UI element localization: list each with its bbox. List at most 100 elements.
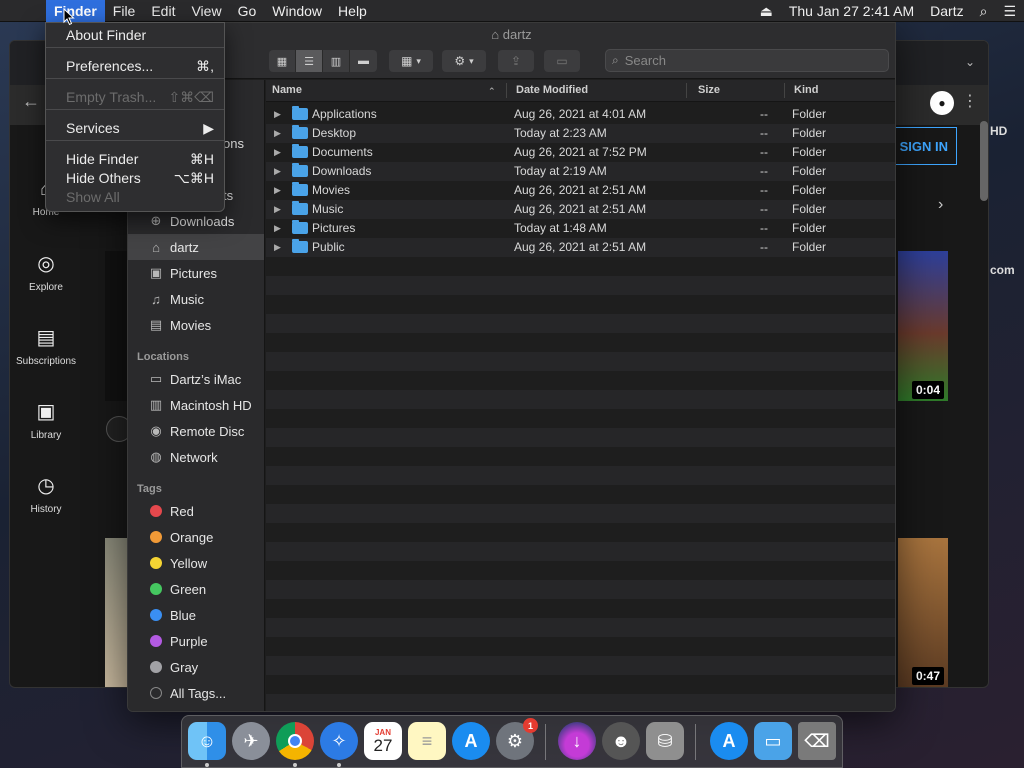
disclosure-triangle-icon[interactable]: ▶: [274, 147, 281, 158]
column-header-size[interactable]: Size: [698, 84, 720, 96]
sidebar-item-macintosh-hd[interactable]: ▥ Macintosh HD: [128, 392, 264, 418]
disclosure-triangle-icon[interactable]: ▶: [274, 223, 281, 234]
menu-item-preferences[interactable]: Preferences... ⌘,: [46, 57, 224, 76]
disclosure-triangle-icon[interactable]: ▶: [274, 242, 281, 253]
file-row[interactable]: ▶ Downloads Today at 2:19 AM -- Folder: [266, 162, 895, 181]
menu-item-empty-trash[interactable]: Empty Trash... ⇧⌘⌫: [46, 88, 224, 107]
downloads-folder-dock-icon[interactable]: ▭: [754, 722, 792, 760]
column-separator[interactable]: [784, 83, 785, 98]
back-arrow-icon[interactable]: ←: [22, 91, 40, 112]
file-kind: Folder: [792, 107, 827, 121]
sidebar-item-remote-disc[interactable]: ◉ Remote Disc: [128, 418, 264, 444]
safari-dock-icon[interactable]: ✧: [320, 722, 358, 760]
scrollbar[interactable]: [980, 121, 988, 201]
system-preferences-dock-icon[interactable]: ⚙ 1: [496, 718, 538, 760]
view-mode-segmented-control[interactable]: ▦ ☰ ▥ ▬: [269, 50, 377, 72]
menu-item-hide-others[interactable]: Hide Others ⌥⌘H: [46, 169, 224, 188]
empty-row: [266, 561, 895, 580]
control-center-icon[interactable]: ☰: [995, 0, 1024, 22]
menu-finder[interactable]: Finder: [46, 0, 105, 22]
disclosure-triangle-icon[interactable]: ▶: [274, 204, 281, 215]
chevron-right-icon[interactable]: ›: [938, 196, 943, 214]
nav-explore[interactable]: ◎ Explore: [10, 235, 82, 309]
disclosure-triangle-icon[interactable]: ▶: [274, 128, 281, 139]
file-row[interactable]: ▶ Music Aug 26, 2021 at 2:51 AM -- Folder: [266, 200, 895, 219]
calendar-dock-icon[interactable]: JAN 27: [364, 722, 402, 760]
launchpad-dock-icon[interactable]: ✈: [232, 722, 270, 760]
chrome-dock-icon[interactable]: [276, 722, 314, 760]
clock[interactable]: Thu Jan 27 2:41 AM: [781, 0, 922, 22]
menu-go[interactable]: Go: [230, 0, 265, 22]
file-row[interactable]: ▶ Movies Aug 26, 2021 at 2:51 AM -- Folder: [266, 181, 895, 200]
menu-item-services[interactable]: Services ▶: [46, 119, 224, 138]
folder-icon: [292, 182, 308, 196]
column-header-date[interactable]: Date Modified: [516, 84, 588, 96]
file-row[interactable]: ▶ Public Aug 26, 2021 at 2:51 AM -- Folder: [266, 238, 895, 257]
menu-window[interactable]: Window: [264, 0, 330, 22]
sidebar-tag-gray[interactable]: Gray: [128, 654, 264, 680]
search-field[interactable]: ⌕ Search: [605, 49, 889, 72]
menu-item-about-finder[interactable]: About Finder: [46, 26, 224, 45]
menu-item-show-all[interactable]: Show All: [46, 188, 224, 207]
list-view-icon[interactable]: ☰: [296, 50, 323, 72]
column-header-kind[interactable]: Kind: [794, 84, 818, 96]
menu-help[interactable]: Help: [330, 0, 375, 22]
finder-dock-icon[interactable]: ☺: [188, 722, 226, 760]
kebab-menu-icon[interactable]: ⋮: [962, 91, 978, 111]
eject-icon[interactable]: ⏏: [752, 0, 781, 22]
disclosure-triangle-icon[interactable]: ▶: [274, 109, 281, 120]
menu-file[interactable]: File: [105, 0, 144, 22]
nav-library[interactable]: ▣ Library: [10, 383, 82, 457]
file-row[interactable]: ▶ Pictures Today at 1:48 AM -- Folder: [266, 219, 895, 238]
column-header-name[interactable]: Name: [272, 84, 302, 96]
sidebar-item-movies[interactable]: ▤ Movies: [128, 312, 264, 338]
sidebar-tag-green[interactable]: Green: [128, 576, 264, 602]
gallery-view-icon[interactable]: ▬: [350, 50, 377, 72]
app-store-dock-icon[interactable]: A: [452, 722, 490, 760]
notes-dock-icon[interactable]: ≡: [408, 722, 446, 760]
video-thumbnail[interactable]: [898, 538, 948, 687]
installer-dock-icon[interactable]: ↓: [558, 722, 596, 760]
sidebar-tag-red[interactable]: Red: [128, 498, 264, 524]
disclosure-triangle-icon[interactable]: ▶: [274, 185, 281, 196]
sidebar-all-tags[interactable]: All Tags...: [128, 680, 264, 706]
trash-dock-icon[interactable]: ⌫: [798, 722, 836, 760]
share-button[interactable]: ⇪: [498, 50, 534, 72]
file-row[interactable]: ▶ Documents Aug 26, 2021 at 7:52 PM -- Folde…: [266, 143, 895, 162]
home-icon: ⌂: [152, 239, 160, 255]
group-button[interactable]: ▦ ▾: [389, 50, 433, 72]
sidebar-tag-orange[interactable]: Orange: [128, 524, 264, 550]
menu-edit[interactable]: Edit: [143, 0, 183, 22]
column-separator[interactable]: [686, 83, 687, 98]
file-row[interactable]: ▶ Applications Aug 26, 2021 at 4:01 AM -- Fo…: [266, 105, 895, 124]
disclosure-triangle-icon[interactable]: ▶: [274, 166, 281, 177]
sidebar-item-dartz[interactable]: ⌂ dartz: [128, 234, 264, 260]
automator-dock-icon[interactable]: ☻: [602, 722, 640, 760]
tags-button[interactable]: ▭: [544, 50, 580, 72]
spotlight-search-icon[interactable]: ⌕: [972, 0, 996, 22]
menu-view[interactable]: View: [183, 0, 229, 22]
sidebar-item-pictures[interactable]: ▣ Pictures: [128, 260, 264, 286]
action-button[interactable]: ⚙ ▾: [442, 50, 486, 72]
menu-item-hide-finder[interactable]: Hide Finder ⌘H: [46, 150, 224, 169]
sidebar-item-music[interactable]: ♫ Music: [128, 286, 264, 312]
video-thumbnail[interactable]: [898, 251, 948, 401]
nav-subscriptions[interactable]: ▤ Subscriptions: [10, 309, 82, 383]
sidebar-tag-yellow[interactable]: Yellow: [128, 550, 264, 576]
chevron-down-icon[interactable]: ⌄: [965, 55, 975, 69]
nav-history[interactable]: ◷ History: [10, 457, 82, 531]
sidebar-tag-blue[interactable]: Blue: [128, 602, 264, 628]
profile-icon[interactable]: ●: [930, 91, 954, 115]
file-list: Name ⌃ Date Modified Size Kind ▶ Applicat…: [266, 80, 895, 711]
icon-view-icon[interactable]: ▦: [269, 50, 296, 72]
sidebar-item-network[interactable]: ◍ Network: [128, 444, 264, 470]
sort-ascending-icon[interactable]: ⌃: [488, 86, 496, 97]
user-menu[interactable]: Dartz: [922, 0, 971, 22]
file-row[interactable]: ▶ Desktop Today at 2:23 AM -- Folder: [266, 124, 895, 143]
applications-folder-dock-icon[interactable]: A: [710, 722, 748, 760]
column-separator[interactable]: [506, 83, 507, 98]
sidebar-tag-purple[interactable]: Purple: [128, 628, 264, 654]
disk-utility-dock-icon[interactable]: ⛁: [646, 722, 684, 760]
sidebar-item-imac[interactable]: ▭ Dartz’s iMac: [128, 366, 264, 392]
column-view-icon[interactable]: ▥: [323, 50, 350, 72]
